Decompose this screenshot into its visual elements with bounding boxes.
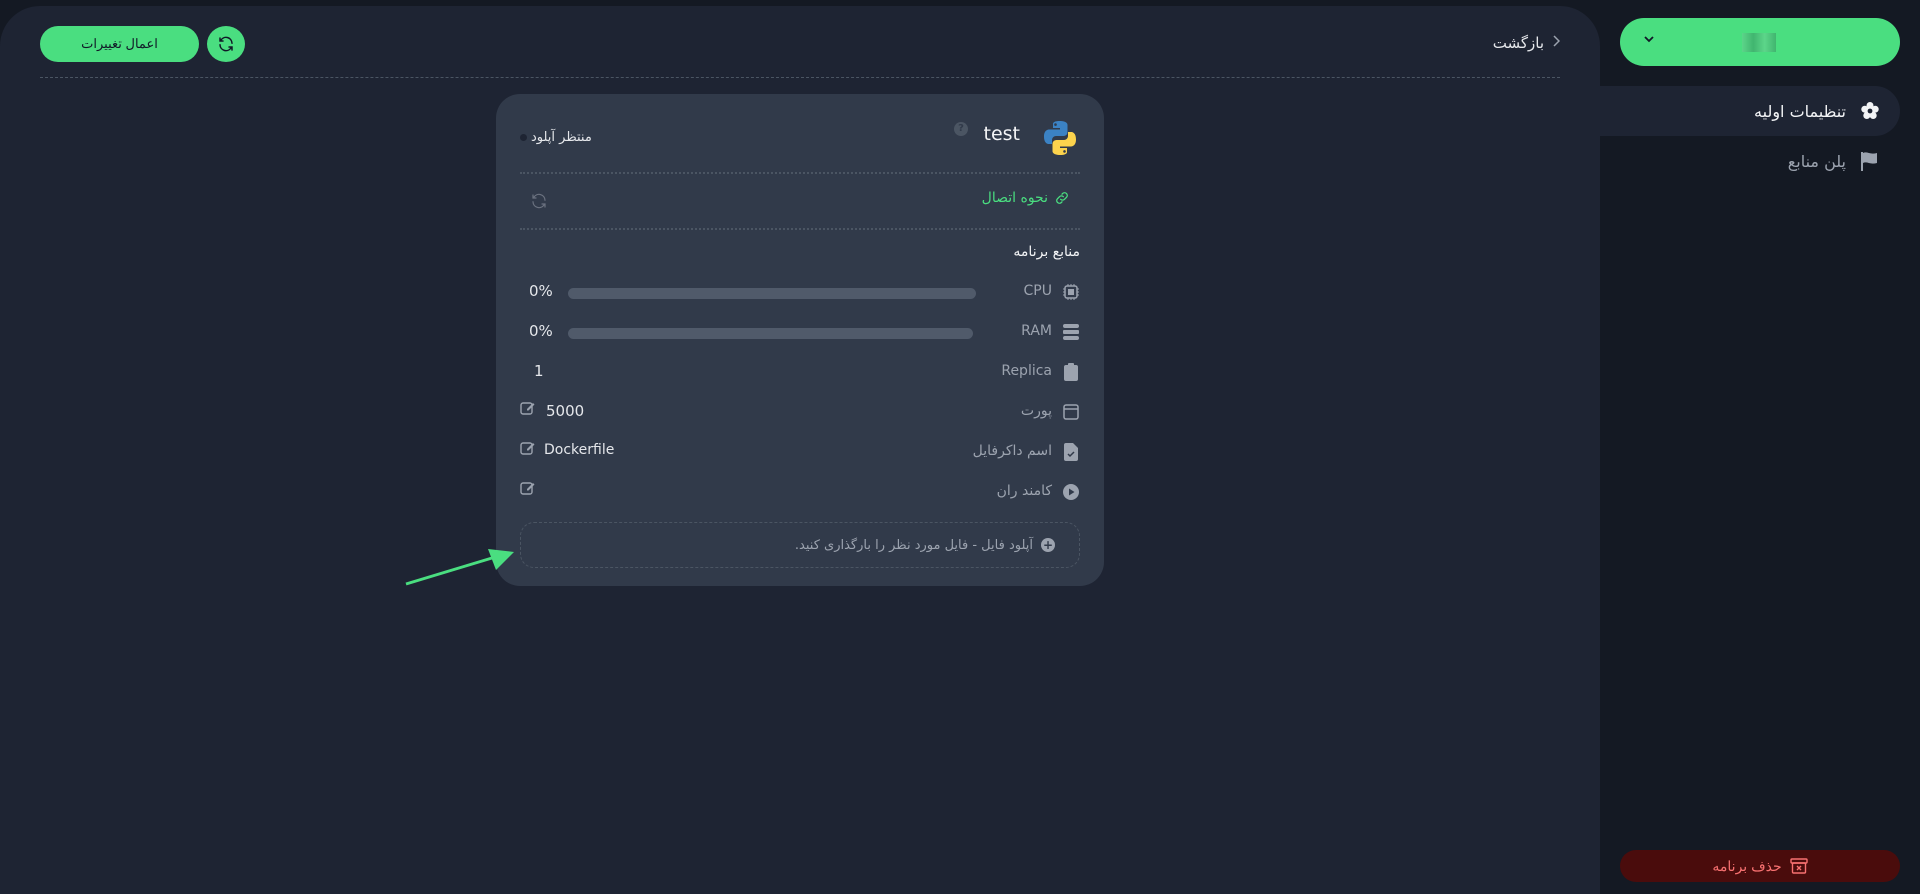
clipboard-icon <box>1062 362 1080 382</box>
delete-app-button[interactable]: حذف برنامه <box>1620 850 1900 882</box>
edit-dockerfile-icon[interactable] <box>520 440 536 456</box>
app-name: test <box>983 123 1021 145</box>
connection-guide-link[interactable]: نحوه اتصال <box>982 190 1070 206</box>
port-row: پورت 5000 <box>520 400 1080 424</box>
cpu-label: CPU <box>1023 283 1052 299</box>
ram-value: 0% <box>529 322 553 340</box>
sidebar-item-label: پلن منابع <box>1787 151 1846 171</box>
app-selector-dropdown[interactable] <box>1620 18 1900 66</box>
file-check-icon <box>1062 442 1080 462</box>
python-logo-icon <box>1044 121 1076 155</box>
archive-x-icon <box>1789 858 1808 874</box>
status-dot-icon <box>520 134 527 141</box>
ram-icon <box>1062 322 1080 342</box>
cpu-value: 0% <box>529 282 553 300</box>
cpu-row: CPU 0% <box>520 280 1080 304</box>
arrow-annotation-icon <box>405 549 514 586</box>
connection-guide-label: نحوه اتصال <box>981 190 1048 206</box>
divider <box>520 228 1080 230</box>
port-value: 5000 <box>546 402 585 420</box>
link-icon <box>1056 192 1068 204</box>
run-command-label: کامند ران <box>996 483 1052 499</box>
back-link[interactable]: بازگشت <box>1492 34 1561 52</box>
app-selector-value <box>1742 33 1776 52</box>
refresh-icon <box>219 36 233 52</box>
dockerfile-value: Dockerfile <box>544 442 615 458</box>
back-label: بازگشت <box>1492 34 1544 52</box>
card-refresh-button[interactable] <box>530 192 548 214</box>
port-label: پورت <box>1020 403 1052 419</box>
replica-value: 1 <box>534 362 544 380</box>
replica-label: Replica <box>1001 363 1052 379</box>
refresh-button[interactable] <box>207 26 245 62</box>
chevron-right-icon <box>1552 35 1561 51</box>
cpu-icon <box>1062 282 1080 302</box>
ram-label: RAM <box>1021 323 1052 339</box>
window-icon <box>1062 402 1080 422</box>
sidebar-item-basic-settings[interactable]: تنظیمات اولیه <box>1600 86 1900 136</box>
sidebar-item-resource-plan[interactable]: پلن منابع <box>1600 146 1900 176</box>
chevron-down-icon <box>1644 36 1654 43</box>
file-upload-dropzone[interactable]: + آپلود فایل - فایل مورد نظر را بارگذاری… <box>520 522 1080 568</box>
refresh-icon <box>532 193 546 209</box>
gear-icon <box>1861 102 1879 119</box>
upload-text: آپلود فایل - فایل مورد نظر را بارگذاری ک… <box>794 537 1033 553</box>
divider <box>40 77 1560 78</box>
card-header: test ? منتظر آپلود <box>520 118 1080 158</box>
edit-port-icon[interactable] <box>520 400 536 416</box>
status-text: منتظر آپلود <box>531 130 592 145</box>
edit-run-command-icon[interactable] <box>520 480 536 496</box>
run-command-row: کامند ران <box>520 480 1080 504</box>
delete-app-label: حذف برنامه <box>1712 857 1782 874</box>
sidebar-item-label: تنظیمات اولیه <box>1754 101 1846 121</box>
dockerfile-label: اسم داکرفایل <box>972 443 1052 459</box>
divider <box>520 172 1080 174</box>
flag-icon <box>1861 152 1877 171</box>
cpu-progress-bar <box>568 288 976 299</box>
ram-progress-bar <box>568 328 973 339</box>
top-toolbar: اعمال تغییرات بازگشت <box>40 26 1561 84</box>
apply-changes-button[interactable]: اعمال تغییرات <box>40 26 199 62</box>
help-icon[interactable]: ? <box>954 122 968 136</box>
replica-row: Replica 1 <box>520 360 1080 384</box>
status-badge: منتظر آپلود <box>520 130 592 145</box>
resources-title: منابع برنامه <box>1013 244 1080 260</box>
app-card: test ? منتظر آپلود نحوه اتصال منابع برنا… <box>496 94 1104 586</box>
ram-row: RAM 0% <box>520 320 1080 344</box>
play-icon <box>1062 482 1080 502</box>
dockerfile-row: اسم داکرفایل Dockerfile <box>520 440 1080 464</box>
plus-icon: + <box>1041 538 1055 552</box>
